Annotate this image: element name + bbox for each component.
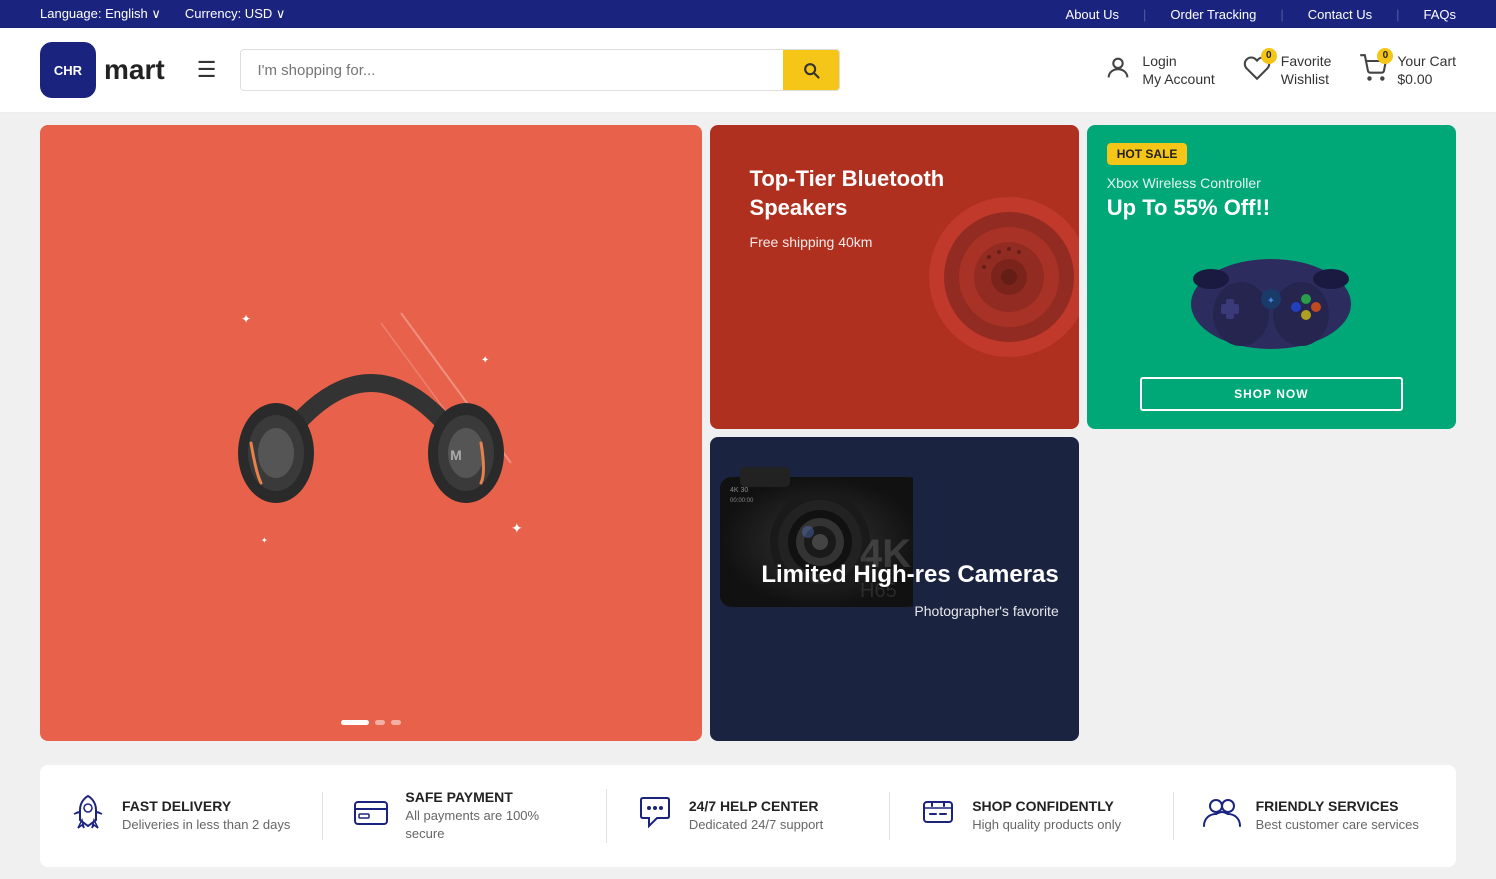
feature-fast-delivery: FAST DELIVERY Deliveries in less than 2 … <box>40 792 323 840</box>
top-bar-left: Language: English ∨ Currency: USD ∨ <box>40 6 285 22</box>
feature-shop-confidently: SHOP CONFIDENTLY High quality products o… <box>890 792 1173 840</box>
side-banners: Top-Tier Bluetooth Speakers Free shippin… <box>710 125 1456 741</box>
search-bar <box>240 49 840 91</box>
svg-text:M: M <box>450 447 462 463</box>
help-center-desc: Dedicated 24/7 support <box>689 816 823 834</box>
cart-action[interactable]: 0 Your Cart $0.00 <box>1359 52 1456 88</box>
header-actions: Login My Account 0 Favorite Wishlist <box>1104 52 1456 88</box>
cameras-subtitle: Photographer's favorite <box>761 603 1058 619</box>
friendly-services-desc: Best customer care services <box>1256 816 1419 834</box>
svg-text:00:00:00: 00:00:00 <box>730 498 754 504</box>
svg-text:✦: ✦ <box>481 355 489 366</box>
faqs-link[interactable]: FAQs <box>1423 7 1456 22</box>
feature-help-center: 24/7 HELP CENTER Dedicated 24/7 support <box>607 792 890 840</box>
wishlist-action[interactable]: 0 Favorite Wishlist <box>1243 52 1332 88</box>
controller-discount: Up To 55% Off!! <box>1107 195 1436 221</box>
bluetooth-subtitle: Free shipping 40km <box>750 234 1039 250</box>
banner-area: ✦ ✦ ✦ ✦ <box>0 113 1496 753</box>
cameras-banner[interactable]: 4K 30 00:00:00 4K H65 Limited High-res C… <box>710 437 1079 741</box>
language-selector[interactable]: Language: English ∨ <box>40 6 161 22</box>
headset-image: ✦ ✦ ✦ ✦ <box>201 263 541 603</box>
order-tracking-link[interactable]: Order Tracking <box>1170 7 1256 22</box>
svg-text:4K 30: 4K 30 <box>730 487 748 494</box>
header: CHR mart ☰ Login My Account <box>0 28 1496 113</box>
cart-badge: 0 <box>1377 48 1393 64</box>
search-button[interactable] <box>783 50 839 90</box>
shop-confidently-desc: High quality products only <box>972 816 1121 834</box>
shield-icon <box>918 792 958 840</box>
logo-icon: CHR <box>40 42 96 98</box>
currency-selector[interactable]: Currency: USD ∨ <box>185 6 286 22</box>
cameras-title: Limited High-res Cameras <box>761 559 1058 590</box>
account-action[interactable]: Login My Account <box>1104 52 1214 88</box>
top-bar-right: About Us | Order Tracking | Contact Us |… <box>1066 7 1456 22</box>
search-input[interactable] <box>241 50 783 90</box>
logo-text: mart <box>104 54 165 86</box>
controller-banner[interactable]: HOT SALE Xbox Wireless Controller Up To … <box>1087 125 1456 429</box>
controller-image: ✦ <box>1171 229 1371 359</box>
help-center-title: 24/7 HELP CENTER <box>689 798 823 814</box>
hero-banner[interactable]: ✦ ✦ ✦ ✦ <box>40 125 702 741</box>
feature-friendly-services: FRIENDLY SERVICES Best customer care ser… <box>1174 792 1456 840</box>
hamburger-menu[interactable]: ☰ <box>197 57 217 83</box>
safe-payment-title: SAFE PAYMENT <box>405 789 577 805</box>
people-icon <box>1202 792 1242 840</box>
fast-delivery-title: FAST DELIVERY <box>122 798 290 814</box>
friendly-services-title: FRIENDLY SERVICES <box>1256 798 1419 814</box>
rocket-icon <box>68 792 108 840</box>
hot-sale-badge: HOT SALE <box>1107 143 1188 165</box>
feature-safe-payment: SAFE PAYMENT All payments are 100% secur… <box>323 789 606 843</box>
card-icon <box>351 792 391 840</box>
features-strip: FAST DELIVERY Deliveries in less than 2 … <box>40 765 1456 867</box>
logo[interactable]: CHR mart <box>40 42 165 98</box>
fast-delivery-desc: Deliveries in less than 2 days <box>122 816 290 834</box>
shop-now-button[interactable]: SHOP NOW <box>1140 377 1403 411</box>
search-icon <box>801 60 821 80</box>
bluetooth-title: Top-Tier Bluetooth Speakers <box>750 165 1039 222</box>
about-us-link[interactable]: About Us <box>1066 7 1119 22</box>
contact-us-link[interactable]: Contact Us <box>1308 7 1372 22</box>
svg-text:✦: ✦ <box>261 536 268 545</box>
svg-text:✦: ✦ <box>1268 296 1275 305</box>
shop-confidently-title: SHOP CONFIDENTLY <box>972 798 1121 814</box>
svg-text:✦: ✦ <box>511 520 523 536</box>
top-bar: Language: English ∨ Currency: USD ∨ Abou… <box>0 0 1496 28</box>
account-icon <box>1104 54 1132 87</box>
bluetooth-banner[interactable]: Top-Tier Bluetooth Speakers Free shippin… <box>710 125 1079 429</box>
wishlist-badge: 0 <box>1261 48 1277 64</box>
safe-payment-desc: All payments are 100% secure <box>405 807 577 843</box>
chat-icon <box>635 792 675 840</box>
svg-text:✦: ✦ <box>241 312 251 326</box>
controller-title: Xbox Wireless Controller <box>1107 175 1436 191</box>
